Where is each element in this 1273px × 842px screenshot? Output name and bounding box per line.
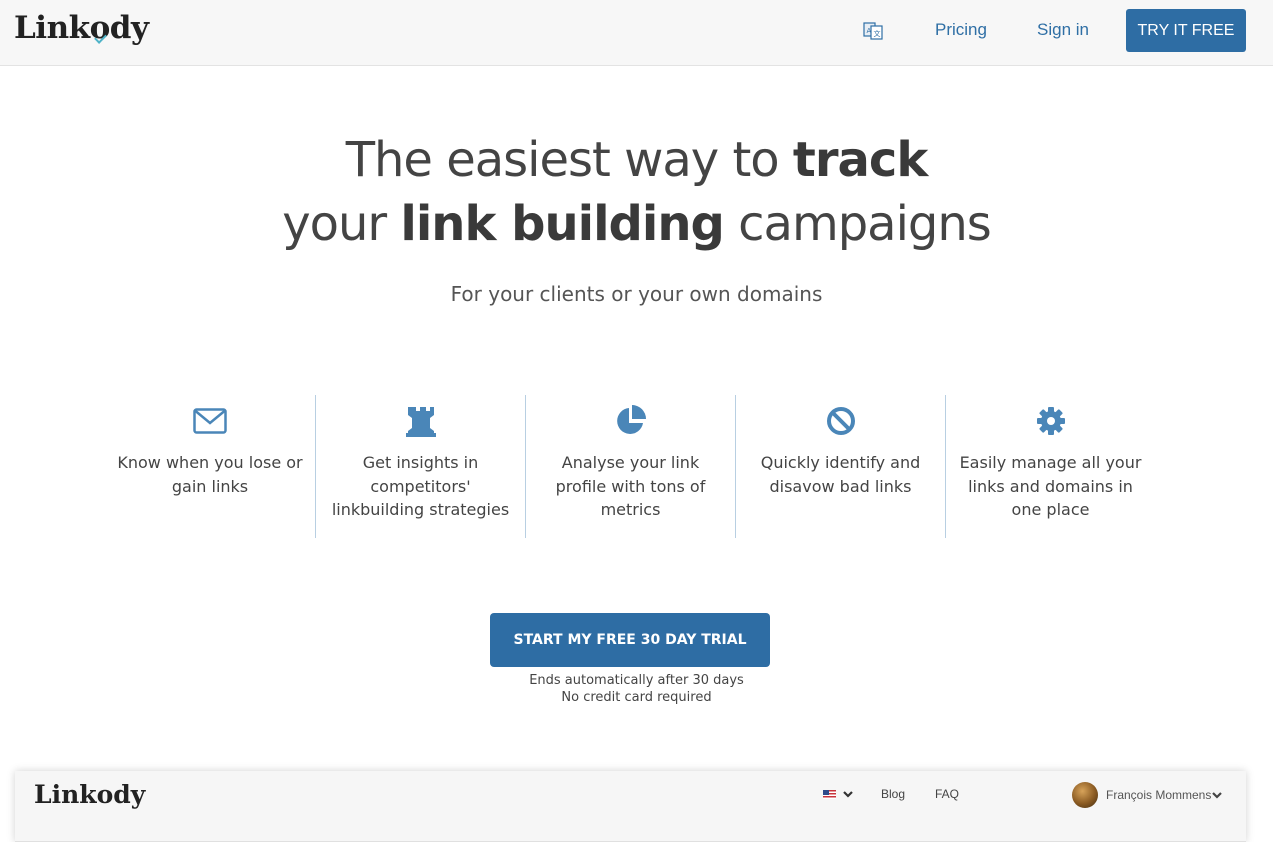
hero-line1-normal: The easiest way to: [345, 132, 793, 188]
feature-item: Quickly identify and disavow bad links: [735, 395, 945, 538]
feature-list: Know when you lose or gain links Get ins…: [105, 395, 1157, 538]
app-preview: Linkody Blog FAQ François Mommens: [15, 771, 1246, 842]
hero-title: The easiest way to track your link build…: [0, 128, 1273, 256]
preview-blog-link: Blog: [881, 787, 906, 801]
chevron-down-icon: [843, 791, 853, 798]
hero-line2-normal-b: campaigns: [723, 196, 992, 252]
feature-text: Know when you lose or gain links: [117, 453, 303, 496]
hero-line1-bold: track: [792, 132, 928, 188]
preview-user-name: François Mommens: [1106, 788, 1212, 802]
svg-text:A: A: [867, 27, 872, 35]
avatar: [1072, 782, 1098, 808]
feature-text: Analyse your link profile with tons of m…: [555, 453, 706, 519]
nav-signin-link[interactable]: Sign in: [1037, 20, 1089, 40]
linkody-logo[interactable]: Linkody: [14, 10, 149, 46]
feature-item: Analyse your link profile with tons of m…: [525, 395, 735, 538]
ban-icon: [826, 407, 855, 435]
us-flag-icon: [823, 790, 836, 799]
pie-chart-icon: [616, 405, 646, 434]
feature-item: Easily manage all your links and domains…: [945, 395, 1155, 538]
preview-faq-link: FAQ: [935, 787, 960, 801]
nav-pricing-link[interactable]: Pricing: [935, 20, 987, 40]
feature-text: Easily manage all your links and domains…: [959, 453, 1142, 519]
trial-note-no-card: No credit card required: [561, 690, 712, 705]
trial-note-ends: Ends automatically after 30 days: [529, 673, 744, 688]
hero-line2-bold: link building: [400, 196, 724, 252]
svg-text:文: 文: [874, 29, 881, 38]
translate-icon[interactable]: A 文: [862, 20, 884, 42]
hero-subtitle: For your clients or your own domains: [450, 282, 823, 306]
feature-item: Get insights in competitors' linkbuildin…: [315, 395, 525, 538]
try-it-free-button[interactable]: TRY IT FREE: [1126, 9, 1246, 52]
feature-text: Quickly identify and disavow bad links: [760, 453, 921, 496]
start-free-trial-button[interactable]: START MY FREE 30 DAY TRIAL: [490, 613, 770, 667]
preview-logo: Linkody: [34, 780, 146, 809]
rook-icon: [405, 407, 436, 437]
feature-text: Get insights in competitors' linkbuildin…: [331, 453, 510, 519]
gear-icon: [1036, 407, 1065, 435]
top-nav: Linkody A 文 Pricing Sign in TRY IT FREE: [0, 0, 1273, 66]
feature-item: Know when you lose or gain links: [105, 395, 315, 538]
chevron-down-icon: [1212, 792, 1222, 799]
hero-line2-normal-a: your: [282, 196, 401, 252]
envelope-icon: [193, 408, 227, 434]
